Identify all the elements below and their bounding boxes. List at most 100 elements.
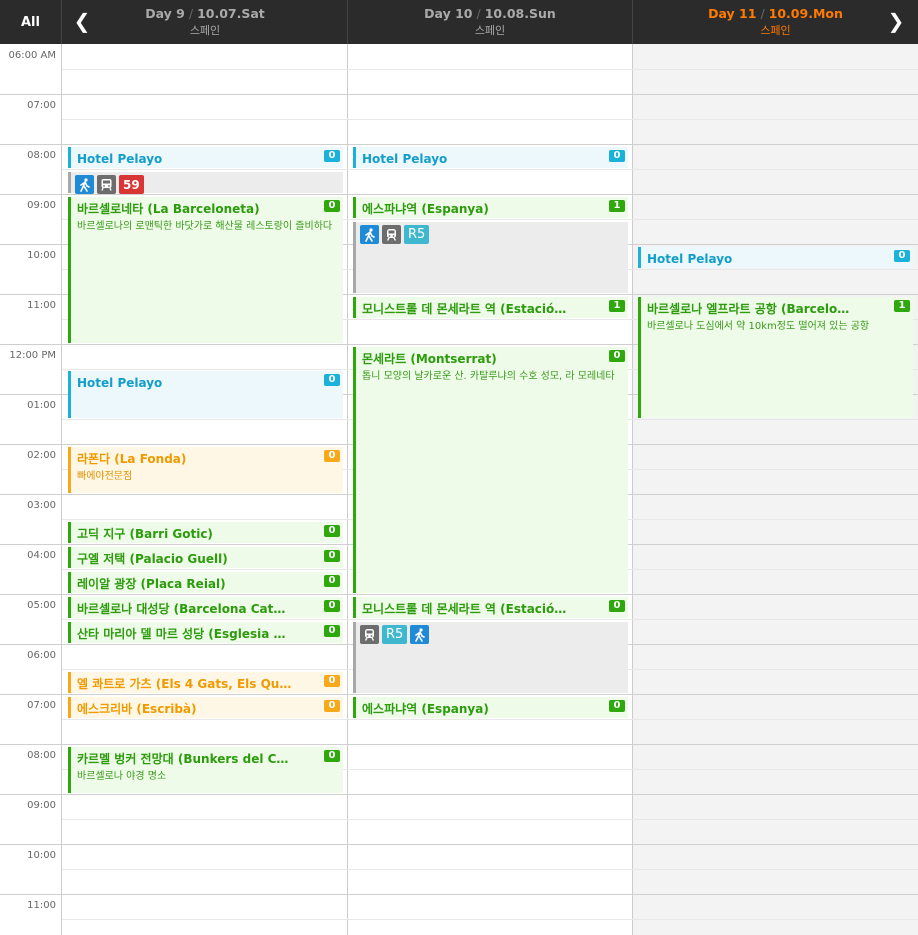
time-label: 07:00 [27,100,56,111]
event-block[interactable]: 산타 마리아 델 마르 성당 (Esglesia … 0 [68,622,343,643]
walk-icon [75,175,94,194]
event-block[interactable]: 에스파냐역 (Espanya) 1 [353,197,628,218]
hour-gridline [0,844,918,845]
event-block[interactable]: 바르셀로나 엘프라트 공항 (Barcelo… 1 바르셀로나 도심에서 약 10k… [638,297,913,418]
event-block[interactable]: 라폰다 (La Fonda) 0 빠에야전문점 [68,447,343,493]
event-badge: 0 [609,700,625,712]
day-column-11[interactable] [633,44,918,935]
bus-icon [97,175,116,194]
time-label: 08:00 [27,750,56,761]
hour-gridline [0,144,918,145]
transit-block[interactable]: R5 [353,222,628,293]
event-title: 라폰다 (La Fonda) [77,452,187,466]
half-hour-gridline [62,69,918,70]
event-badge: 0 [324,750,340,762]
event-block[interactable]: Hotel Pelayo 0 [68,371,343,418]
time-label: 09:00 [27,800,56,811]
event-badge: 0 [609,600,625,612]
train-icon [360,625,379,644]
event-title: Hotel Pelayo [362,152,448,166]
event-title: 모니스트롤 데 몬세라트 역 (Estació… [362,302,567,316]
event-block[interactable]: 모니스트롤 데 몬세라트 역 (Estació… 0 [353,597,628,618]
day-header-9[interactable]: Day 9/10.07.Sat 스페인 [63,0,348,44]
walk-icon [410,625,430,644]
event-badge: 1 [894,300,910,312]
event-block[interactable]: 에스파냐역 (Espanya) 0 [353,697,628,718]
event-title: 모니스트롤 데 몬세라트 역 (Estació… [362,602,567,616]
time-label: 06:00 [27,650,56,661]
time-label: 11:00 [27,300,56,311]
time-label: 03:00 [27,500,56,511]
event-badge: 1 [609,300,625,312]
half-hour-gridline [62,619,918,620]
time-label: 06:00 AM [8,50,56,61]
half-hour-gridline [62,119,918,120]
event-badge: 0 [324,450,340,462]
time-label: 08:00 [27,150,56,161]
event-block[interactable]: Hotel Pelayo 0 [353,147,628,168]
event-block[interactable]: Hotel Pelayo 0 [68,147,343,168]
hour-gridline [0,594,918,595]
event-block[interactable]: Hotel Pelayo 0 [638,247,913,268]
day-number: Day 9 [145,6,185,21]
event-badge: 0 [324,675,340,687]
day-date: 10.08.Sun [484,6,556,21]
calendar-grid: 06:00 AM 07:00 08:00 09:00 10:00 11:00 12:00 P… [0,44,918,935]
event-description: 바르셀로나의 로맨틱한 바닷가로 해산물 레스토랑이 즐비하다 [77,221,333,232]
day-header-10[interactable]: Day 10/10.08.Sun 스페인 [348,0,633,44]
hour-gridline [0,794,918,795]
event-block[interactable]: 레이알 광장 (Placa Reial) 0 [68,572,343,593]
time-label: 12:00 PM [9,350,56,361]
event-title: 레이알 광장 (Placa Reial) [77,577,226,591]
event-title: Hotel Pelayo [77,152,163,166]
event-title: 엘 콰트로 가츠 (Els 4 Gats, Els Qu… [77,677,292,691]
time-label: 10:00 [27,250,56,261]
hour-gridline [0,194,918,195]
event-title: Hotel Pelayo [77,376,163,390]
event-description: 톱니 모양의 날카로운 산. 카탈루냐의 수호 성모, 라 모레네타 [362,371,615,382]
event-block[interactable]: 고딕 지구 (Barri Gotic) 0 [68,522,343,543]
day-number: Day 10 [424,6,473,21]
event-block[interactable]: 구엘 저택 (Palacio Guell) 0 [68,547,343,568]
transit-block[interactable]: 59 [68,172,343,194]
all-days-button[interactable]: All [0,0,62,44]
event-block[interactable]: 몬세라트 (Montserrat) 0 톱니 모양의 날카로운 산. 카탈루냐의 수… [353,347,628,593]
half-hour-gridline [62,869,918,870]
event-title: 카르멜 벙커 전망대 (Bunkers del C… [77,752,289,766]
event-badge: 0 [324,575,340,587]
half-hour-gridline [62,169,918,170]
transit-block[interactable]: R5 [353,622,628,693]
time-label: 11:00 [27,900,56,911]
event-description: 바르셀로나 도심에서 약 10km정도 떨어져 있는 공항 [647,321,870,332]
event-badge: 0 [324,550,340,562]
event-block[interactable]: 바르셀로나 대성당 (Barcelona Cat… 0 [68,597,343,618]
event-title: 고딕 지구 (Barri Gotic) [77,527,213,541]
event-block[interactable]: 에스크리바 (Escribà) 0 [68,697,343,718]
chevron-right-icon[interactable]: ❯ [884,8,908,34]
event-badge: 0 [324,525,340,537]
time-column: 06:00 AM 07:00 08:00 09:00 10:00 11:00 12:00 P… [0,44,62,935]
event-block[interactable]: 모니스트롤 데 몬세라트 역 (Estació… 1 [353,297,628,318]
hour-gridline [0,894,918,895]
half-hour-gridline [62,719,918,720]
event-block[interactable]: 카르멜 벙커 전망대 (Bunkers del C… 0 바르셀로나 야경 명소 [68,747,343,793]
event-title: 구엘 저택 (Palacio Guell) [77,552,228,566]
event-badge: 0 [324,600,340,612]
event-title: 바르셀로나 대성당 (Barcelona Cat… [77,602,286,616]
event-badge: 0 [324,374,340,386]
route-number: 59 [119,175,144,194]
time-label: 09:00 [27,200,56,211]
day-header-11[interactable]: Day 11/10.09.Mon 스페인 [633,0,918,44]
hour-gridline [0,694,918,695]
event-badge: 0 [324,625,340,637]
event-block[interactable]: 바르셀로네타 (La Barceloneta) 0 바르셀로나의 로맨틱한 바닷가로… [68,197,343,343]
hour-gridline [0,94,918,95]
day-date: 10.07.Sat [197,6,265,21]
event-title: 바르셀로나 엘프라트 공항 (Barcelo… [647,302,850,316]
event-badge: 1 [609,200,625,212]
day-country: 스페인 [760,24,791,37]
event-title: 에스크리바 (Escribà) [77,702,197,716]
half-hour-gridline [62,819,918,820]
event-block[interactable]: 엘 콰트로 가츠 (Els 4 Gats, Els Qu… 0 [68,672,343,693]
train-icon [382,225,401,244]
